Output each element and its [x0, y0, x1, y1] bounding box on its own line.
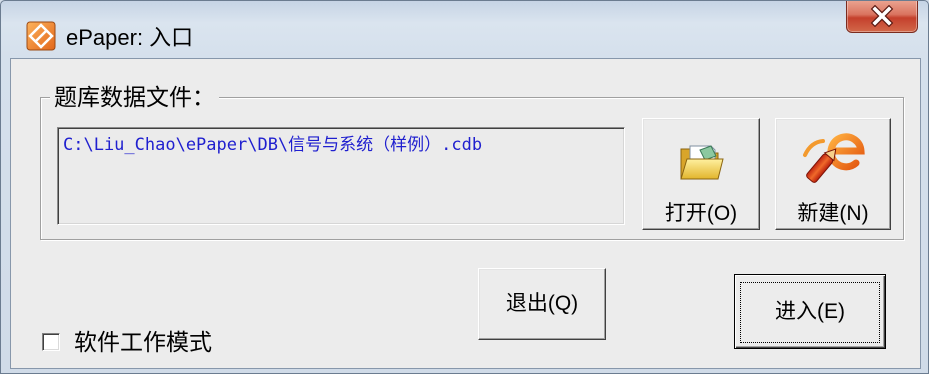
close-button[interactable] — [846, 1, 918, 33]
folder-open-icon — [678, 141, 724, 188]
new-button-label: 新建(N) — [797, 202, 869, 225]
focus-rectangle — [740, 282, 880, 343]
client-area: 题库数据文件： C:\Liu_Chao\ePaper\DB\信号与系统（样例）.… — [10, 58, 921, 369]
title-bar[interactable]: ePaper: 入口 — [1, 1, 928, 58]
database-path-field[interactable]: C:\Liu_Chao\ePaper\DB\信号与系统（样例）.cdb — [57, 127, 625, 225]
checkbox-box[interactable] — [42, 333, 60, 351]
app-icon[interactable] — [26, 21, 56, 51]
exit-button[interactable]: 退出(Q) — [478, 268, 606, 340]
group-label: 题库数据文件： — [50, 84, 219, 110]
close-icon — [870, 5, 894, 27]
window-title: ePaper: 入口 — [66, 25, 194, 50]
exit-button-label: 退出(Q) — [505, 292, 579, 315]
software-mode-checkbox[interactable]: 软件工作模式 — [42, 328, 242, 356]
new-document-icon — [799, 127, 867, 194]
enter-button[interactable]: 进入(E) — [734, 274, 886, 349]
dialog-window: ePaper: 入口 题库数据文件： C:\Liu_Chao\ePaper\DB… — [0, 0, 929, 374]
checkbox-label: 软件工作模式 — [74, 329, 212, 355]
open-button-label: 打开(O) — [664, 202, 738, 225]
new-button[interactable]: 新建(N) — [775, 118, 891, 230]
open-button[interactable]: 打开(O) — [642, 118, 760, 230]
